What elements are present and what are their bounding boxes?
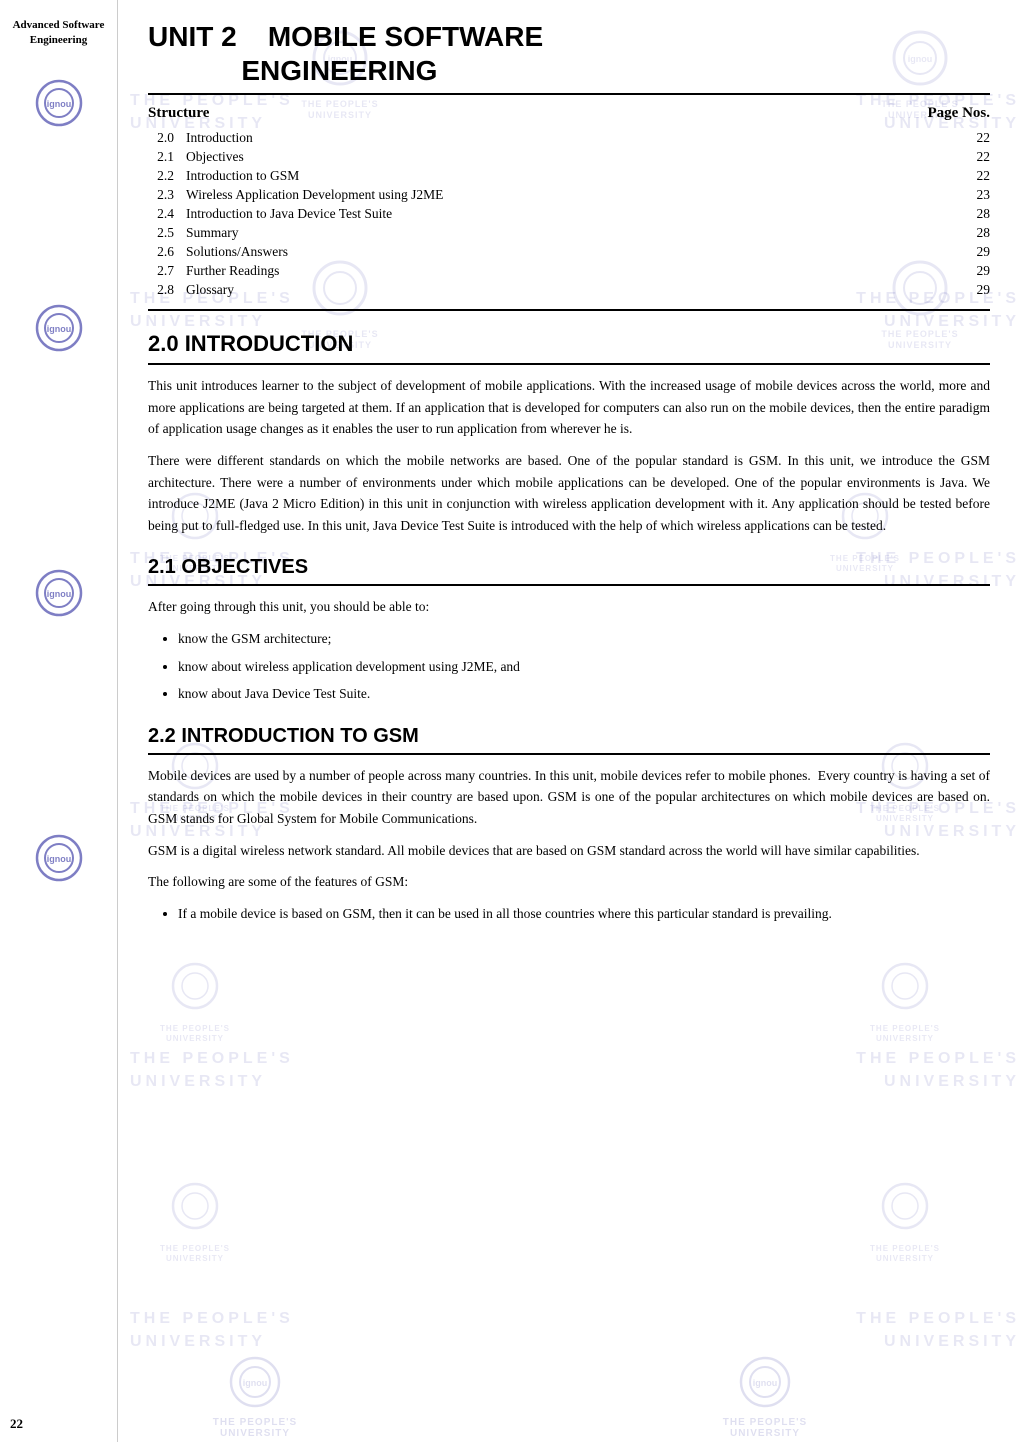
watermark-s8: THE PEOPLE'SUNIVERSITY	[870, 1180, 940, 1263]
section-2-0-heading: 2.0 INTRODUCTION	[148, 321, 990, 365]
toc-page-2-0: 22	[977, 130, 991, 146]
toc-num-2-3: 2.3	[148, 187, 174, 203]
toc-num-2-1: 2.1	[148, 149, 174, 165]
watermark-band-9: THE PEOPLE'S THE PEOPLE'S	[130, 1050, 1020, 1068]
page-nos-label: Page Nos.	[928, 105, 991, 122]
toc-page-2-5: 28	[977, 225, 991, 241]
unit-number: UNIT 2	[148, 21, 237, 52]
svg-text:ignou: ignou	[46, 589, 71, 599]
watermark-band-11: THE PEOPLE'S THE PEOPLE'S	[130, 1310, 1020, 1328]
toc-page-2-4: 28	[977, 206, 991, 222]
toc-num-2-0: 2.0	[148, 130, 174, 146]
toc-row-2-8: 2.8 Glossary 29	[148, 280, 990, 299]
unit-header: UNIT 2 MOBILE SOFTWARE ENGINEERING	[148, 20, 990, 95]
svg-text:ignou: ignou	[752, 1378, 777, 1388]
svg-text:ignou: ignou	[46, 99, 71, 109]
toc-page-2-6: 29	[977, 244, 991, 260]
toc-label-2-3: Wireless Application Development using J…	[186, 187, 443, 203]
toc-label-2-0: Introduction	[186, 130, 253, 146]
gsm-feature-1: If a mobile device is based on GSM, then…	[178, 903, 990, 925]
toc-num-2-8: 2.8	[148, 282, 174, 298]
toc-page-2-7: 29	[977, 263, 991, 279]
left-sidebar: Advanced Software Engineering ignou igno…	[0, 0, 118, 1442]
toc-num-2-7: 2.7	[148, 263, 174, 279]
toc-page-2-1: 22	[977, 149, 991, 165]
objectives-item-3: know about Java Device Test Suite.	[178, 683, 990, 705]
section-2-1-heading: 2.1 OBJECTIVES	[148, 548, 990, 586]
toc-label-2-8: Glossary	[186, 282, 234, 298]
toc-label-2-1: Objectives	[186, 149, 244, 165]
toc-label-2-6: Solutions/Answers	[186, 244, 288, 260]
sidebar-logo-3: ignou	[24, 567, 94, 632]
toc-num-2-2: 2.2	[148, 168, 174, 184]
toc-label-2-2: Introduction to GSM	[186, 168, 299, 184]
gsm-para-1: Mobile devices are used by a number of p…	[148, 765, 990, 830]
toc-num-2-5: 2.5	[148, 225, 174, 241]
sidebar-title: Advanced Software Engineering	[0, 10, 117, 57]
toc-num-2-6: 2.6	[148, 244, 174, 260]
unit-name-line2: ENGINEERING	[241, 55, 437, 86]
intro-para-1: This unit introduces learner to the subj…	[148, 375, 990, 440]
toc-row-2-6: 2.6 Solutions/Answers 29	[148, 242, 990, 261]
intro-para-2: There were different standards on which …	[148, 450, 990, 536]
structure-label: Structure	[148, 105, 209, 122]
toc-page-2-3: 23	[977, 187, 991, 203]
svg-text:ignou: ignou	[46, 324, 71, 334]
toc-label-2-7: Further Readings	[186, 263, 279, 279]
toc-section: Structure Page Nos. 2.0 Introduction 22 2…	[148, 95, 990, 311]
section-2-2-heading: 2.2 INTRODUCTION TO GSM	[148, 717, 990, 755]
watermark-band-10: UNIVERSITY UNIVERSITY	[130, 1073, 1020, 1091]
objectives-intro: After going through this unit, you shoul…	[148, 596, 990, 618]
bottom-watermarks: ignou THE PEOPLE'SUNIVERSITY ignou THE P…	[0, 1352, 1020, 1442]
toc-row-2-0: 2.0 Introduction 22	[148, 128, 990, 147]
toc-label-2-5: Summary	[186, 225, 239, 241]
bottom-wm-1: ignou THE PEOPLE'SUNIVERSITY	[213, 1355, 297, 1439]
svg-text:ignou: ignou	[242, 1378, 267, 1388]
bottom-wm-2: ignou THE PEOPLE'SUNIVERSITY	[723, 1355, 807, 1439]
toc-page-2-2: 22	[977, 168, 991, 184]
objectives-item-1: know the GSM architecture;	[178, 628, 990, 650]
gsm-para-3: The following are some of the features o…	[148, 871, 990, 893]
toc-row-2-2: 2.2 Introduction to GSM 22	[148, 166, 990, 185]
toc-row-2-1: 2.1 Objectives 22	[148, 147, 990, 166]
page-number: 22	[10, 1416, 23, 1432]
sidebar-logo-4: ignou	[24, 832, 94, 897]
structure-header: Structure Page Nos.	[148, 105, 990, 122]
toc-row-2-7: 2.7 Further Readings 29	[148, 261, 990, 280]
main-content: UNIT 2 MOBILE SOFTWARE ENGINEERING Struc…	[118, 0, 1020, 974]
toc-label-2-4: Introduction to Java Device Test Suite	[186, 206, 392, 222]
toc-num-2-4: 2.4	[148, 206, 174, 222]
svg-text:ignou: ignou	[46, 854, 71, 864]
sidebar-logo-2: ignou	[24, 302, 94, 367]
watermark-band-12: UNIVERSITY UNIVERSITY	[130, 1333, 1020, 1351]
toc-row-2-5: 2.5 Summary 28	[148, 223, 990, 242]
gsm-features-list: If a mobile device is based on GSM, then…	[178, 903, 990, 925]
sidebar-logo-1: ignou	[24, 77, 94, 142]
unit-name-line1: MOBILE SOFTWARE	[268, 21, 543, 52]
unit-title: UNIT 2 MOBILE SOFTWARE ENGINEERING	[148, 20, 990, 87]
objectives-list: know the GSM architecture; know about wi…	[178, 628, 990, 705]
gsm-para-2: GSM is a digital wireless network standa…	[148, 840, 990, 862]
toc-row-2-3: 2.3 Wireless Application Development usin…	[148, 185, 990, 204]
objectives-item-2: know about wireless application developm…	[178, 656, 990, 678]
toc-row-2-4: 2.4 Introduction to Java Device Test Suit…	[148, 204, 990, 223]
toc-page-2-8: 29	[977, 282, 991, 298]
watermark-s7: THE PEOPLE'SUNIVERSITY	[160, 1180, 230, 1263]
